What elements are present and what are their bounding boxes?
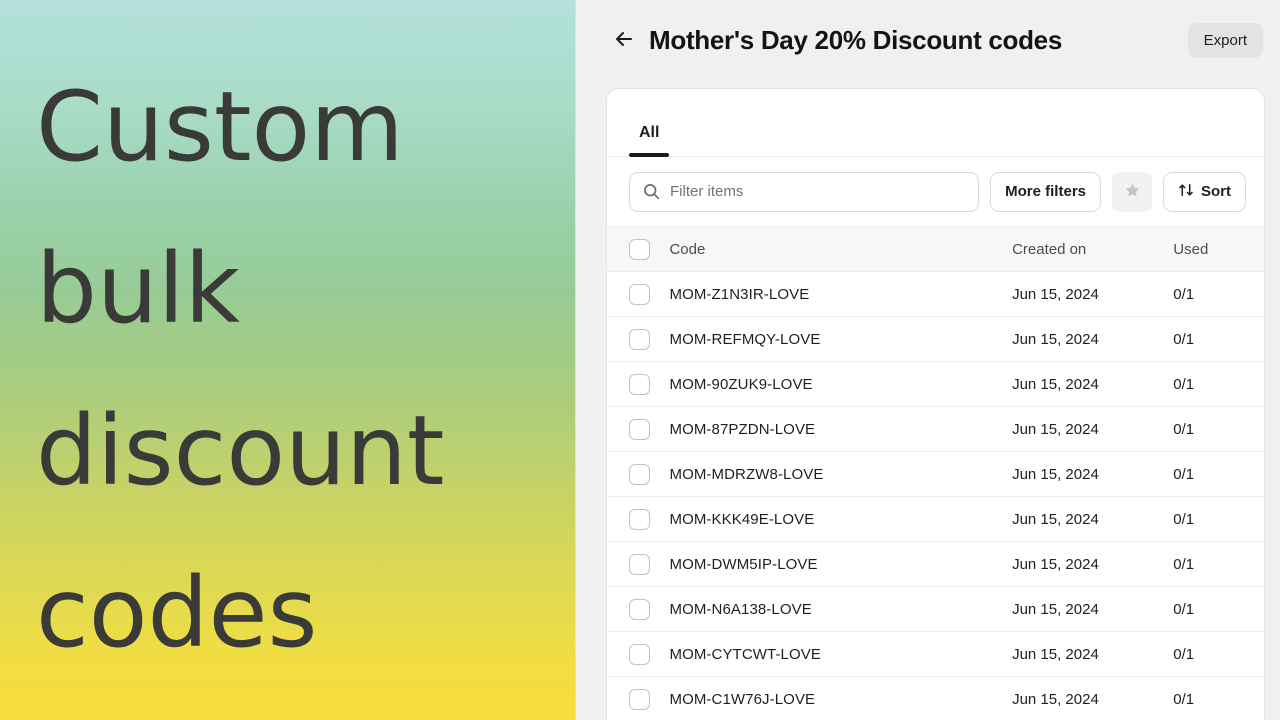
table-row[interactable]: MOM-C1W76J-LOVE Jun 15, 2024 0/1 [607, 676, 1264, 720]
discount-codes-table: Code Created on Used MOM-Z1N3IR-LOVE Jun … [607, 226, 1264, 720]
sort-label: Sort [1201, 183, 1231, 200]
cell-used: 0/1 [1173, 406, 1264, 452]
cell-created-on: Jun 15, 2024 [1012, 316, 1174, 362]
row-checkbox[interactable] [629, 553, 650, 575]
row-select-cell [607, 586, 670, 632]
cell-used: 0/1 [1173, 586, 1264, 632]
cell-code: MOM-KKK49E-LOVE [669, 496, 1013, 542]
app-screen: Custom bulk discount codes Mother's Day … [0, 0, 1280, 720]
table-row[interactable]: MOM-N6A138-LOVE Jun 15, 2024 0/1 [607, 586, 1264, 632]
row-checkbox[interactable] [629, 418, 650, 440]
table-row[interactable]: MOM-87PZDN-LOVE Jun 15, 2024 0/1 [607, 406, 1264, 452]
tab-all[interactable]: All [629, 124, 670, 157]
arrow-left-icon [613, 28, 635, 53]
table-row[interactable]: MOM-CYTCWT-LOVE Jun 15, 2024 0/1 [607, 631, 1264, 677]
table-row[interactable]: MOM-REFMQY-LOVE Jun 15, 2024 0/1 [607, 316, 1264, 362]
table-row[interactable]: MOM-MDRZW8-LOVE Jun 15, 2024 0/1 [607, 451, 1264, 497]
discount-codes-card: All More filters [606, 88, 1265, 720]
column-header-created-on[interactable]: Created on [1012, 226, 1174, 272]
column-header-code[interactable]: Code [669, 226, 1013, 272]
cell-created-on: Jun 15, 2024 [1012, 271, 1174, 317]
cell-used: 0/1 [1173, 316, 1264, 362]
select-all-cell [607, 226, 670, 272]
cell-created-on: Jun 15, 2024 [1012, 541, 1174, 587]
star-icon [1124, 182, 1141, 202]
cell-used: 0/1 [1173, 496, 1264, 542]
table-row[interactable]: MOM-Z1N3IR-LOVE Jun 15, 2024 0/1 [607, 271, 1264, 317]
cell-code: MOM-87PZDN-LOVE [669, 406, 1013, 452]
table-row[interactable]: MOM-90ZUK9-LOVE Jun 15, 2024 0/1 [607, 361, 1264, 407]
cell-code: MOM-REFMQY-LOVE [669, 316, 1013, 362]
cell-used: 0/1 [1173, 631, 1264, 677]
column-header-used[interactable]: Used [1173, 226, 1264, 272]
row-checkbox[interactable] [629, 508, 650, 530]
saved-views-button[interactable] [1112, 171, 1152, 212]
cell-used: 0/1 [1173, 676, 1264, 720]
table-row[interactable]: MOM-KKK49E-LOVE Jun 15, 2024 0/1 [607, 496, 1264, 542]
cell-created-on: Jun 15, 2024 [1012, 631, 1174, 677]
row-select-cell [607, 496, 670, 542]
cell-used: 0/1 [1173, 271, 1264, 317]
table-header-row: Code Created on Used [607, 226, 1264, 272]
row-checkbox[interactable] [629, 643, 650, 665]
search-input[interactable] [670, 183, 966, 200]
app-panel: Mother's Day 20% Discount codes Export A… [575, 0, 1280, 720]
row-select-cell [607, 451, 670, 497]
sort-arrows-icon [1178, 182, 1194, 202]
cell-created-on: Jun 15, 2024 [1012, 586, 1174, 632]
search-field[interactable] [629, 171, 980, 212]
cell-used: 0/1 [1173, 541, 1264, 587]
cell-code: MOM-C1W76J-LOVE [669, 676, 1013, 720]
promo-headline: Custom bulk discount codes [36, 71, 445, 669]
row-checkbox[interactable] [629, 283, 650, 305]
cell-created-on: Jun 15, 2024 [1012, 451, 1174, 497]
tab-bar: All [607, 89, 1264, 157]
cell-code: MOM-90ZUK9-LOVE [669, 361, 1013, 407]
row-select-cell [607, 676, 670, 720]
row-select-cell [607, 316, 670, 362]
table-head: Code Created on Used [607, 226, 1264, 272]
table-body: MOM-Z1N3IR-LOVE Jun 15, 2024 0/1 MOM-REFMQY… [607, 271, 1264, 720]
cell-created-on: Jun 15, 2024 [1012, 361, 1174, 407]
cell-created-on: Jun 15, 2024 [1012, 676, 1174, 720]
filter-bar: More filters Sort [607, 157, 1264, 226]
promo-panel: Custom bulk discount codes [0, 0, 575, 720]
page-title: Mother's Day 20% Discount codes [649, 24, 1062, 55]
cell-code: MOM-MDRZW8-LOVE [669, 451, 1013, 497]
cell-code: MOM-DWM5IP-LOVE [669, 541, 1013, 587]
cell-code: MOM-Z1N3IR-LOVE [669, 271, 1013, 317]
cell-used: 0/1 [1173, 451, 1264, 497]
export-button[interactable]: Export [1187, 22, 1263, 58]
sort-button[interactable]: Sort [1163, 171, 1246, 212]
row-checkbox[interactable] [629, 688, 650, 710]
search-icon [643, 183, 660, 200]
table-row[interactable]: MOM-DWM5IP-LOVE Jun 15, 2024 0/1 [607, 541, 1264, 587]
row-checkbox[interactable] [629, 463, 650, 485]
row-select-cell [607, 361, 670, 407]
cell-code: MOM-N6A138-LOVE [669, 586, 1013, 632]
more-filters-button[interactable]: More filters [990, 171, 1101, 212]
cell-created-on: Jun 15, 2024 [1012, 406, 1174, 452]
row-select-cell [607, 271, 670, 317]
app-header: Mother's Day 20% Discount codes Export [576, 0, 1280, 80]
row-select-cell [607, 406, 670, 452]
select-all-checkbox[interactable] [629, 238, 650, 260]
row-select-cell [607, 541, 670, 587]
cell-created-on: Jun 15, 2024 [1012, 496, 1174, 542]
row-select-cell [607, 631, 670, 677]
row-checkbox[interactable] [629, 373, 650, 395]
cell-code: MOM-CYTCWT-LOVE [669, 631, 1013, 677]
row-checkbox[interactable] [629, 328, 650, 350]
row-checkbox[interactable] [629, 598, 650, 620]
back-button[interactable] [609, 25, 639, 55]
cell-used: 0/1 [1173, 361, 1264, 407]
